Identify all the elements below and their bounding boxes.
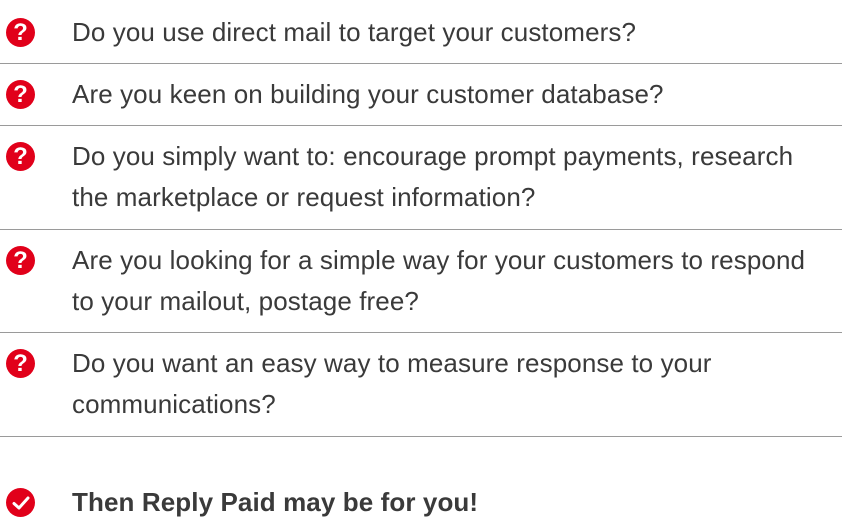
question-text: Do you use direct mail to target your cu… <box>72 17 637 47</box>
conclusion-text: Then Reply Paid may be for you! <box>72 487 479 517</box>
divider <box>0 436 842 437</box>
question-text: Are you keen on building your customer d… <box>72 79 664 109</box>
checkmark-icon <box>6 488 35 517</box>
divider <box>0 332 842 333</box>
question-text: Do you simply want to: encourage prompt … <box>72 141 794 212</box>
divider <box>0 229 842 230</box>
question-text: Do you want an easy way to measure respo… <box>72 348 712 419</box>
question-icon: ? <box>6 18 35 47</box>
question-icon: ? <box>6 142 35 171</box>
question-text: Are you looking for a simple way for you… <box>72 245 806 316</box>
divider <box>0 125 842 126</box>
question-icon: ? <box>6 349 35 378</box>
question-icon: ? <box>6 246 35 275</box>
question-list: ? Do you use direct mail to target your … <box>0 0 842 521</box>
divider <box>0 63 842 64</box>
question-icon: ? <box>6 80 35 109</box>
